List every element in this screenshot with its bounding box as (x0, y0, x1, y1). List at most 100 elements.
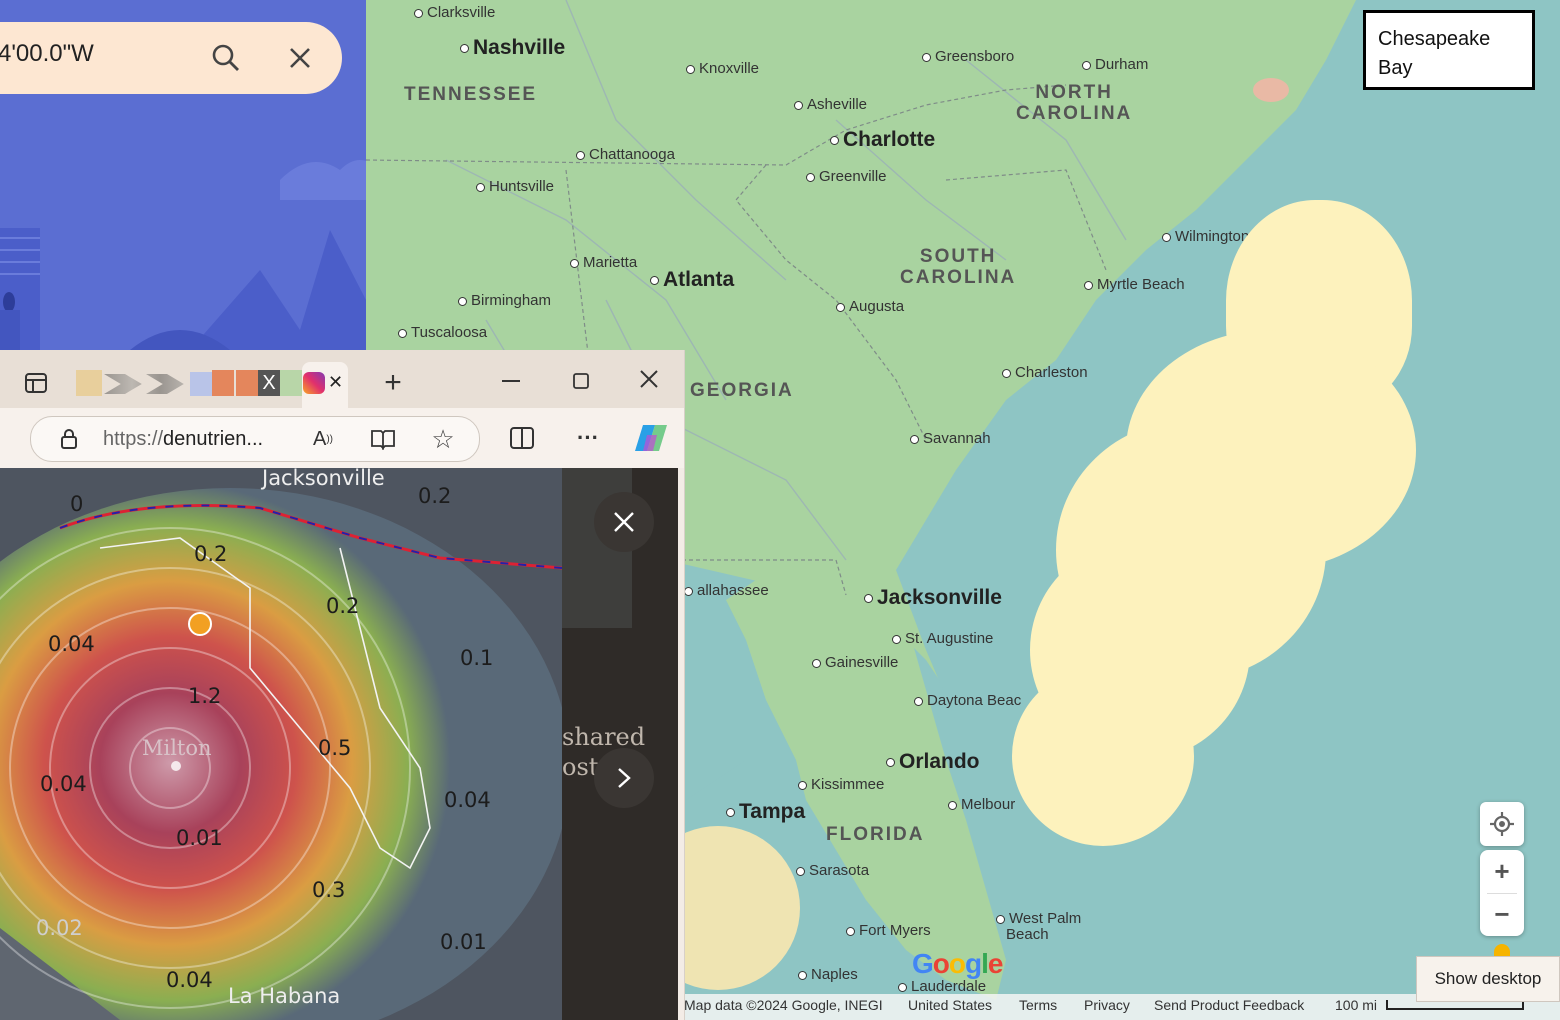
city-name: Charleston (1015, 364, 1088, 381)
city-name: Daytona Beac (927, 692, 1022, 709)
city-name: Tampa (739, 800, 806, 823)
search-input[interactable]: 4'00.0"W (0, 40, 94, 68)
active-tab[interactable]: ✕ (302, 362, 348, 408)
immersive-reader-icon[interactable] (369, 427, 397, 451)
new-tab-icon[interactable]: + (378, 366, 408, 399)
page-content[interactable]: Jacksonville 0.2 0 0.2 0.2 0.04 0.1 1.2 … (0, 468, 678, 1020)
city-label[interactable]: Jacksonville (864, 586, 1002, 610)
tab-actions-icon[interactable] (22, 370, 50, 396)
google-logo: Google (912, 948, 1003, 979)
city-label[interactable]: Knoxville (686, 60, 759, 77)
city-dot-icon (686, 64, 695, 74)
next-image-icon[interactable] (594, 748, 654, 808)
city-name: Asheville (807, 96, 868, 113)
city-label[interactable]: Naples (798, 966, 858, 983)
coordinate-search-bar[interactable]: 4'00.0"W (0, 22, 342, 94)
city-label[interactable]: Kissimmee (798, 776, 884, 793)
city-dot-icon (1162, 232, 1171, 242)
bookmark-tab-icon[interactable] (236, 370, 258, 396)
city-dot-icon (948, 800, 957, 810)
country-link[interactable]: United States (908, 997, 992, 1013)
city-label[interactable]: Lauderdale (898, 978, 986, 995)
city-dot-icon (576, 150, 585, 160)
city-label[interactable]: Tampa (726, 800, 805, 824)
city-label[interactable]: Gainesville (812, 654, 898, 671)
city-label[interactable]: Orlando (886, 750, 980, 774)
close-tab-icon[interactable]: ✕ (328, 372, 343, 393)
copilot-icon[interactable] (632, 420, 670, 456)
read-aloud-icon[interactable]: A)) (309, 427, 337, 451)
city-label[interactable]: Greenville (806, 168, 887, 185)
city-label[interactable]: Myrtle Beach (1084, 276, 1185, 293)
city-label[interactable]: Nashville (460, 36, 565, 60)
city-label[interactable]: Daytona Beac (914, 692, 1021, 709)
city-label[interactable]: Fort Myers (846, 922, 931, 939)
city-label[interactable]: Atlanta (650, 268, 734, 292)
city-label[interactable]: Beach (1006, 926, 1049, 943)
tab-favicon[interactable] (190, 372, 212, 396)
city-dot-icon (650, 275, 659, 285)
scale-label[interactable]: 100 mi (1335, 997, 1377, 1013)
city-dot-icon (414, 8, 423, 18)
city-name: St. Augustine (905, 630, 994, 647)
city-label[interactable]: Huntsville (476, 178, 554, 195)
city-label[interactable]: Birmingham (458, 292, 551, 309)
wind-value-label: 0.04 (48, 632, 95, 656)
city-label[interactable]: Chattanooga (576, 146, 675, 163)
url-scheme: https:// (103, 428, 164, 450)
maximize-icon[interactable] (568, 368, 594, 394)
my-location-button[interactable] (1480, 802, 1524, 846)
zoom-out-button[interactable]: − (1480, 894, 1524, 936)
city-label[interactable]: West Palm (996, 910, 1081, 927)
city-label[interactable]: Durham (1082, 56, 1148, 73)
tab-favicon[interactable] (280, 370, 302, 396)
city-name: Huntsville (489, 178, 555, 195)
side-caption-line: shared (562, 723, 646, 751)
city-label[interactable]: St. Augustine (892, 630, 993, 647)
bookmark-tab-icon[interactable] (212, 370, 234, 396)
zoom-in-button[interactable]: + (1480, 851, 1524, 893)
city-label[interactable]: Melbour (948, 796, 1015, 813)
city-name: Myrtle Beach (1097, 276, 1185, 293)
city-dot-icon (806, 172, 815, 182)
city-label[interactable]: Clarksville (414, 4, 495, 21)
bay-label-line: Chesapeake (1378, 28, 1491, 50)
city-label[interactable]: Tuscaloosa (398, 324, 487, 341)
city-label[interactable]: Charleston (1002, 364, 1088, 381)
city-label[interactable]: Marietta (570, 254, 637, 271)
clear-search-icon[interactable] (282, 40, 318, 76)
x-logo-icon[interactable]: X (258, 370, 280, 396)
city-label[interactable]: Wilmington (1162, 228, 1249, 245)
city-dot-icon (458, 296, 467, 306)
weather-radar-image[interactable]: Jacksonville 0.2 0 0.2 0.2 0.04 0.1 1.2 … (0, 468, 562, 1020)
privacy-link[interactable]: Privacy (1084, 997, 1130, 1013)
tab-favicon[interactable] (76, 370, 102, 396)
minimize-icon[interactable] (498, 368, 524, 394)
close-window-icon[interactable] (636, 366, 662, 392)
more-options-icon[interactable]: ··· (574, 424, 602, 452)
state-label-florida: FLORIDA (826, 824, 925, 845)
city-label[interactable]: Asheville (794, 96, 867, 113)
city-label[interactable]: allahassee (684, 582, 769, 599)
city-name: Marietta (583, 254, 638, 271)
zoom-controls: + − (1480, 850, 1524, 936)
favorite-star-icon[interactable]: ☆ (429, 424, 457, 454)
split-screen-icon[interactable] (508, 424, 536, 452)
city-label[interactable]: Greensboro (922, 48, 1014, 65)
terms-link[interactable]: Terms (1019, 997, 1057, 1013)
city-label[interactable]: Sarasota (796, 862, 869, 879)
lock-icon[interactable] (57, 427, 81, 451)
search-icon[interactable] (208, 40, 244, 76)
city-name: Greensboro (935, 48, 1015, 65)
state-label-line: SOUTH (919, 246, 997, 267)
feedback-link[interactable]: Send Product Feedback (1154, 997, 1304, 1013)
url-text[interactable]: https://denutrien... (103, 428, 263, 451)
wind-value-label: 0.02 (36, 916, 83, 940)
city-label[interactable]: Charlotte (830, 128, 935, 152)
state-label-line: NORTH (1035, 82, 1113, 103)
address-bar[interactable]: https://denutrien... A)) ☆ (30, 416, 480, 462)
tab-arrows[interactable] (104, 374, 184, 394)
city-label[interactable]: Savannah (910, 430, 991, 447)
close-viewer-icon[interactable] (594, 492, 654, 552)
city-label[interactable]: Augusta (836, 298, 904, 315)
